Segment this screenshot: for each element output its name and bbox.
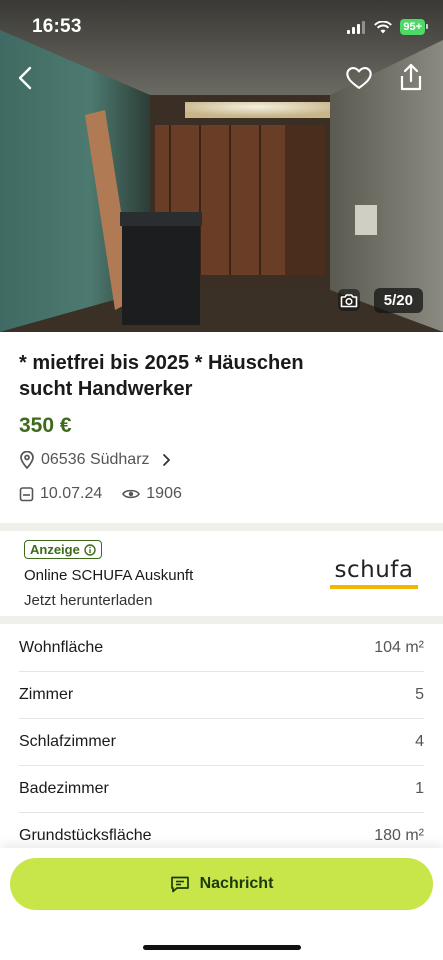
wifi-icon: [374, 20, 393, 33]
details-list: Wohnfläche 104 m² Zimmer 5 Schlafzimmer …: [0, 625, 443, 860]
message-button-label: Nachricht: [199, 875, 274, 892]
listing-price: 350 €: [19, 414, 72, 437]
location-pin-icon: [20, 451, 34, 469]
section-divider: [0, 616, 443, 624]
listing-meta: 10.07.24 1906: [19, 485, 202, 503]
favorite-button[interactable]: [345, 64, 373, 92]
signal-icon: [347, 20, 366, 34]
listing-location[interactable]: 06536 Südharz: [19, 451, 172, 469]
bottom-action-bar: Nachricht: [0, 848, 443, 960]
detail-label: Badezimmer: [19, 780, 109, 797]
detail-row: Wohnfläche 104 m²: [19, 625, 424, 672]
listing-date: 10.07.24: [19, 485, 102, 503]
ad-badge-label: Anzeige: [30, 542, 80, 557]
detail-value: 104 m²: [374, 639, 424, 656]
calendar-icon: [19, 487, 34, 502]
info-icon: [84, 543, 96, 556]
status-time: 16:53: [32, 16, 82, 37]
share-button[interactable]: [398, 62, 424, 92]
camera-icon: [337, 289, 360, 311]
detail-value: 180 m²: [374, 827, 424, 844]
heart-icon: [346, 67, 372, 89]
ad-title: Online SCHUFA Auskunft: [24, 567, 194, 584]
chevron-right-icon: [162, 454, 170, 466]
photo-count: 5/20: [373, 287, 423, 313]
detail-value: 1: [415, 780, 424, 797]
detail-row: Zimmer 5: [19, 672, 424, 719]
detail-label: Schlafzimmer: [19, 733, 116, 750]
home-indicator[interactable]: [143, 945, 301, 950]
detail-value: 4: [415, 733, 424, 750]
location-text: 06536 Südharz: [41, 451, 150, 468]
detail-label: Wohnfläche: [19, 639, 104, 656]
detail-label: Grundstücksfläche: [19, 827, 152, 844]
eye-icon: [122, 489, 141, 499]
ad-subtitle: Jetzt herunterladen: [24, 592, 153, 609]
date-text: 10.07.24: [40, 485, 103, 502]
message-button[interactable]: Nachricht: [10, 858, 433, 910]
listing-title: * mietfrei bis 2025 * Häuschen sucht Han…: [19, 352, 304, 400]
share-icon: [400, 63, 422, 91]
battery-indicator: 95+: [400, 19, 428, 35]
listing-views: 1906: [122, 485, 182, 503]
schufa-logo-text: schufa: [334, 557, 414, 583]
back-button[interactable]: [12, 62, 40, 94]
ad-badge[interactable]: Anzeige: [24, 540, 102, 559]
back-icon: [18, 66, 32, 90]
message-icon: [170, 876, 189, 893]
detail-value: 5: [415, 686, 424, 703]
schufa-logo-bar: [330, 585, 418, 589]
detail-row: Badezimmer 1: [19, 766, 424, 813]
detail-label: Zimmer: [19, 686, 74, 703]
status-icons: 95+: [347, 19, 428, 35]
section-divider: [0, 523, 443, 531]
photo-counter[interactable]: 5/20: [337, 287, 423, 313]
status-bar: 16:53 95+: [0, 0, 443, 54]
schufa-logo: schufa: [328, 536, 420, 610]
detail-row: Schlafzimmer 4: [19, 719, 424, 766]
views-text: 1906: [146, 485, 182, 502]
